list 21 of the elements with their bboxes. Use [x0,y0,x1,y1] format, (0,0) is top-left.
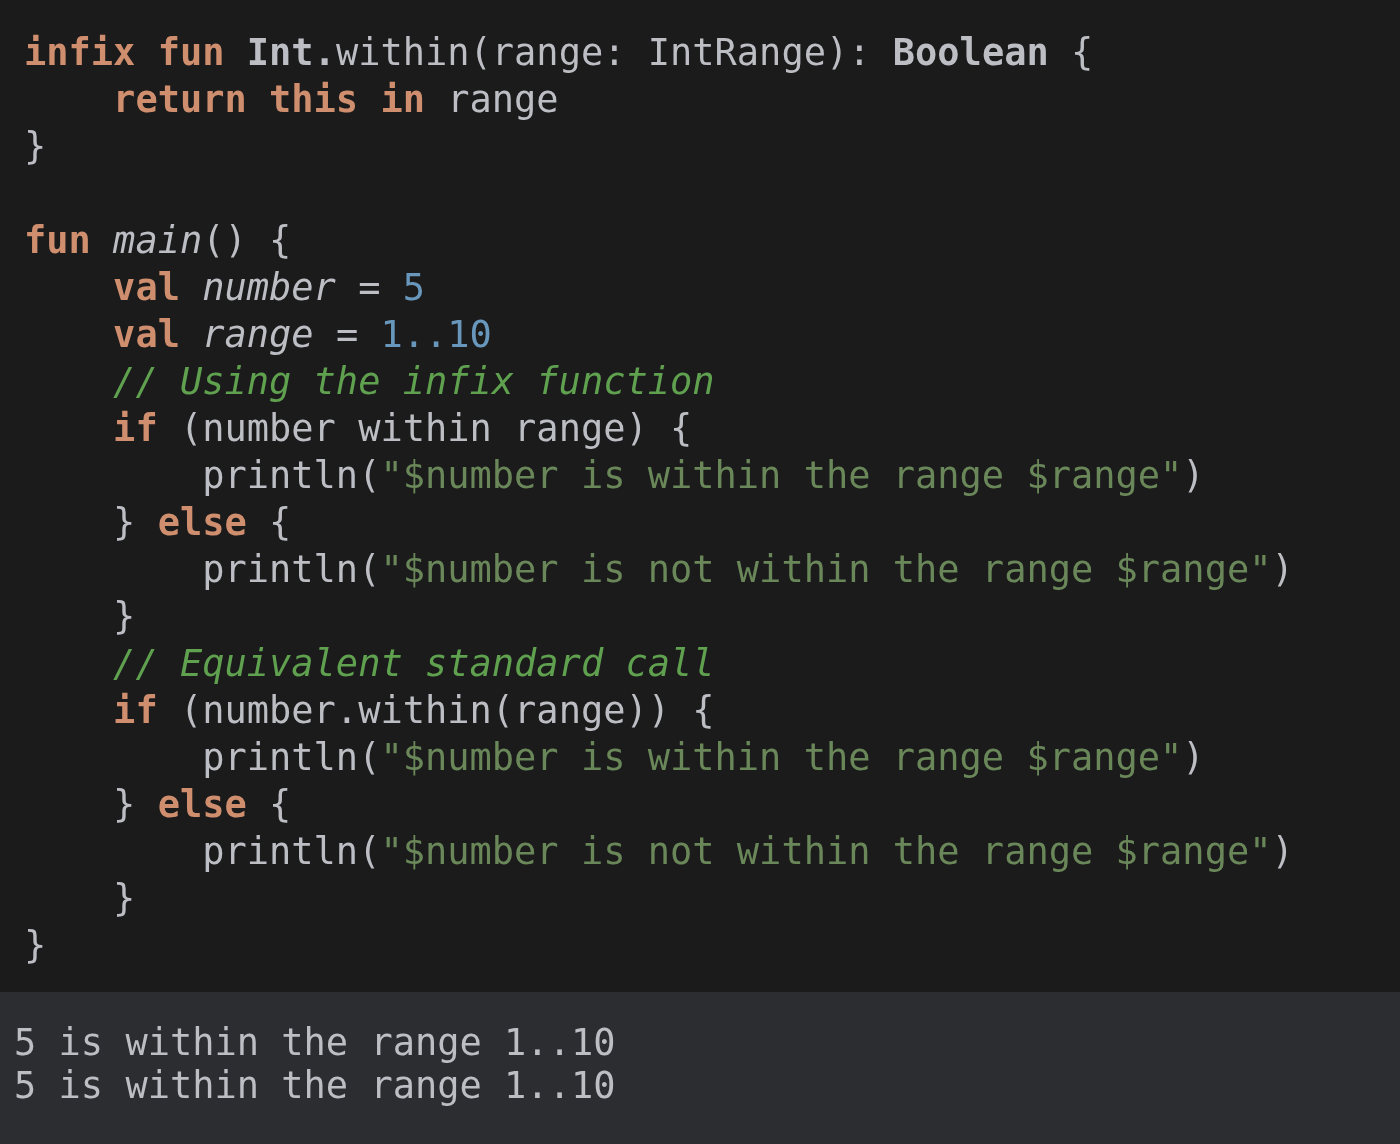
code-line: if (number.within(range)) { [112,688,715,734]
code-line: } [112,594,136,640]
code-line: println("$number is not within the range $range") [201,829,1294,875]
code-line: } [24,923,47,969]
code-line: } [24,124,47,170]
output-line: 5 is within the range 1..10 [14,1064,616,1107]
code-line: // Equivalent standard call [112,641,715,687]
code-line: println("$number is within the range $range") [201,735,1205,781]
code-line: val range = 1..10 [112,312,492,358]
code-line: val number = 5 [112,265,425,311]
code-line: println("$number is within the range $range") [201,453,1205,499]
code-line: } else { [112,500,292,546]
code-line: return this in range [112,77,559,123]
code-line: } else { [112,782,292,828]
code-line: fun main() { [24,218,292,264]
code-line: // Using the infix function [112,359,715,405]
code-line: println("$number is not within the range $range") [201,547,1294,593]
output-line: 5 is within the range 1..10 [14,1021,616,1064]
code-line: infix fun Int.within(range: IntRange): Boolean { [24,30,1094,76]
code-line: if (number within range) { [112,406,693,452]
code-line: } [112,876,136,922]
